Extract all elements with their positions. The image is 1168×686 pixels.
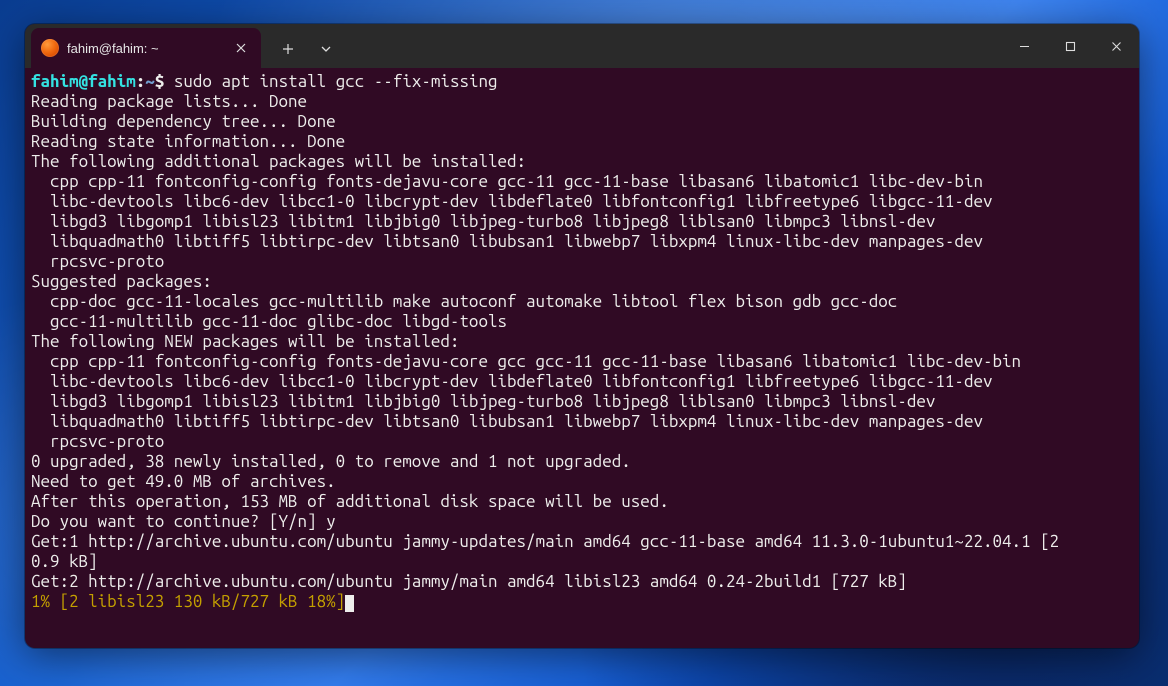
terminal-cursor xyxy=(345,595,354,612)
output-line: The following additional packages will b… xyxy=(31,152,526,171)
close-icon xyxy=(236,43,246,53)
output-line: libgd3 libgomp1 libisl23 libitm1 libjbig… xyxy=(31,392,935,411)
terminal-window: fahim@fahim: ~ fahim@fahim:~$ s xyxy=(25,24,1139,648)
output-line: After this operation, 153 MB of addition… xyxy=(31,492,669,511)
output-line: gcc-11-multilib gcc-11-doc glibc-doc lib… xyxy=(31,312,507,331)
output-line: cpp cpp-11 fontconfig-config fonts-dejav… xyxy=(31,172,983,191)
close-icon xyxy=(1111,41,1122,52)
tab-active[interactable]: fahim@fahim: ~ xyxy=(31,28,261,68)
terminal-output[interactable]: fahim@fahim:~$ sudo apt install gcc --fi… xyxy=(25,68,1139,648)
tab-title: fahim@fahim: ~ xyxy=(67,41,159,56)
output-line: Need to get 49.0 MB of archives. xyxy=(31,472,336,491)
output-line: Reading state information... Done xyxy=(31,132,345,151)
ubuntu-icon xyxy=(41,39,59,57)
close-tab-button[interactable] xyxy=(231,38,251,58)
tab-actions xyxy=(261,24,343,68)
output-line: Building dependency tree... Done xyxy=(31,112,336,131)
output-line: Reading package lists... Done xyxy=(31,92,307,111)
new-tab-button[interactable] xyxy=(271,34,305,64)
prompt-colon: : xyxy=(136,72,146,91)
minimize-button[interactable] xyxy=(1001,24,1047,68)
output-line: cpp cpp-11 fontconfig-config fonts-dejav… xyxy=(31,352,1021,371)
window-controls xyxy=(1001,24,1139,68)
output-line: 0.9 kB] xyxy=(31,552,98,571)
output-line: libc-devtools libc6-dev libcc1-0 libcryp… xyxy=(31,372,993,391)
command-text: sudo apt install gcc --fix-missing xyxy=(174,72,498,91)
output-line: libgd3 libgomp1 libisl23 libitm1 libjbig… xyxy=(31,212,935,231)
output-line: The following NEW packages will be insta… xyxy=(31,332,459,351)
tab-dropdown-button[interactable] xyxy=(309,34,343,64)
prompt-path: ~ xyxy=(145,72,155,91)
prompt-user-host: fahim@fahim xyxy=(31,72,136,91)
output-line: rpcsvc-proto xyxy=(31,432,164,451)
output-line: rpcsvc-proto xyxy=(31,252,164,271)
plus-icon xyxy=(282,43,294,55)
download-progress: 1% [2 libisl23 130 kB/727 kB 18%] xyxy=(31,592,345,611)
output-line: cpp-doc gcc-11-locales gcc-multilib make… xyxy=(31,292,897,311)
chevron-down-icon xyxy=(320,43,332,55)
prompt-symbol: $ xyxy=(155,72,165,91)
output-line: Do you want to continue? [Y/n] y xyxy=(31,512,336,531)
output-line: Suggested packages: xyxy=(31,272,212,291)
close-window-button[interactable] xyxy=(1093,24,1139,68)
output-line: libc-devtools libc6-dev libcc1-0 libcryp… xyxy=(31,192,993,211)
output-line: 0 upgraded, 38 newly installed, 0 to rem… xyxy=(31,452,631,471)
maximize-button[interactable] xyxy=(1047,24,1093,68)
output-line: libquadmath0 libtiff5 libtirpc-dev libts… xyxy=(31,232,983,251)
window-titlebar[interactable]: fahim@fahim: ~ xyxy=(25,24,1139,68)
minimize-icon xyxy=(1019,41,1030,52)
maximize-icon xyxy=(1065,41,1076,52)
output-line: libquadmath0 libtiff5 libtirpc-dev libts… xyxy=(31,412,983,431)
output-line: Get:2 http://archive.ubuntu.com/ubuntu j… xyxy=(31,572,907,591)
output-line: Get:1 http://archive.ubuntu.com/ubuntu j… xyxy=(31,532,1059,551)
